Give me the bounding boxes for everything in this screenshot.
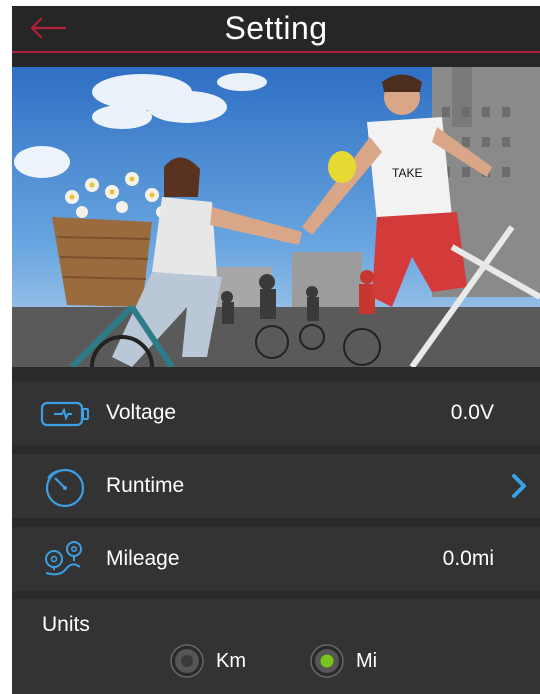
page-title: Setting [224,10,328,46]
units-title: Units [42,613,90,636]
mileage-label: Mileage [106,547,180,570]
settings-screen: Setting TAKE Voltage 0.0V Runtime Mileag… [12,6,540,694]
units-mi-radio[interactable]: Mi [310,644,400,678]
units-km-label: Km [216,650,246,672]
app-header: Setting [12,6,540,53]
header-spacer [12,53,540,67]
voltage-label: Voltage [106,401,177,424]
radio-selected-icon [310,644,344,678]
units-km-radio[interactable]: Km [170,644,260,678]
chevron-right-icon[interactable] [510,473,528,499]
voltage-row: Voltage 0.0V [12,381,540,445]
mileage-row: Mileage 0.0mi [12,527,540,591]
voltage-value: 0.0V [450,401,494,424]
svg-text:TAKE: TAKE [392,166,422,180]
mileage-value: 0.0mi [442,547,494,570]
hero-photo: TAKE [12,67,540,367]
divider [12,518,540,527]
units-mi-label: Mi [356,650,378,672]
radio-unselected-icon [170,644,204,678]
location-pins-icon [45,541,82,576]
stopwatch-icon [45,468,85,508]
divider [12,367,540,381]
battery-icon [40,401,89,427]
units-panel: Units Km Mi [12,599,540,694]
runtime-label: Runtime [106,474,185,497]
divider [12,445,540,454]
runtime-row[interactable]: Runtime [12,454,540,518]
divider [12,591,540,599]
